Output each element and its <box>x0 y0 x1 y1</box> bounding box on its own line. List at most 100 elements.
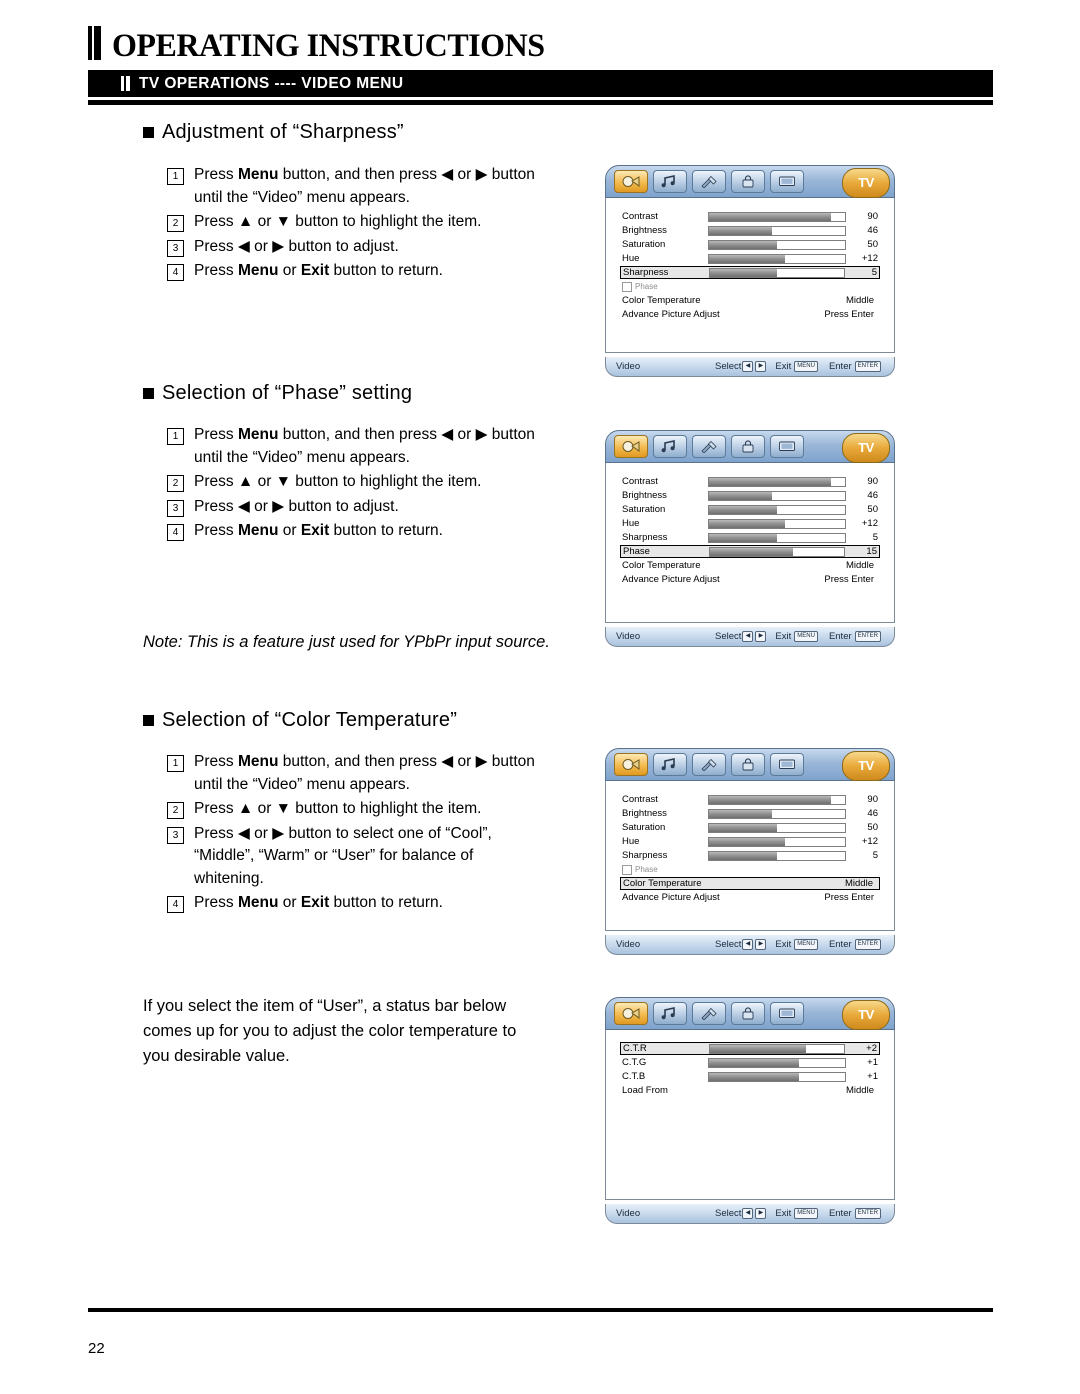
setup-icon <box>699 175 719 188</box>
osd-row-slider[interactable] <box>709 546 845 557</box>
page-header: OPERATING INSTRUCTIONS TV OPERATIONS ---… <box>88 26 993 105</box>
osd-row[interactable]: Hue +12 <box>620 517 880 530</box>
osd-tab-picture[interactable] <box>614 170 648 193</box>
osd-row[interactable]: Color Temperature Middle <box>620 877 880 890</box>
osd-tab-audio[interactable] <box>653 753 687 776</box>
osd-tab-screen[interactable] <box>770 170 804 193</box>
osd-row[interactable]: Brightness 46 <box>620 807 880 820</box>
osd-tab-screen[interactable] <box>770 1002 804 1025</box>
step-number: 2 <box>167 475 184 492</box>
enter-key-icon: ENTER <box>854 1208 881 1219</box>
osd-row[interactable]: Saturation 50 <box>620 503 880 516</box>
osd-user-color-status-bar[interactable]: TV C.T.R +2 C.T.G +1 C.T.B +1 Load From Middle Vi… <box>605 997 895 1224</box>
osd-row-slider[interactable] <box>708 211 846 222</box>
step-item: 4 Press Menu or Exit button to return. <box>167 520 542 543</box>
step-text: Press Menu button, and then press ◀ or ▶… <box>194 426 535 466</box>
osd-tab-lock[interactable] <box>731 753 765 776</box>
osd-row[interactable]: Color Temperature Middle <box>620 559 880 572</box>
osd-row-label: C.T.G <box>622 1057 647 1068</box>
osd-row[interactable]: Advance Picture Adjust Press Enter <box>620 573 880 586</box>
osd-row[interactable]: Phase <box>620 863 880 876</box>
osd-row-value: 50 <box>867 504 878 515</box>
osd-tab-bar[interactable]: TV <box>605 748 895 781</box>
osd-row[interactable]: Sharpness 5 <box>620 849 880 862</box>
osd-row[interactable]: Sharpness 5 <box>620 266 880 279</box>
picture-icon <box>621 440 641 453</box>
osd-row-slider[interactable] <box>708 1057 846 1068</box>
step-text: Press ▲ or ▼ button to highlight the ite… <box>194 473 482 490</box>
osd-row-slider[interactable] <box>708 239 846 250</box>
osd-tab-bar[interactable]: TV <box>605 430 895 463</box>
osd-row[interactable]: Advance Picture Adjust Press Enter <box>620 308 880 321</box>
audio-icon <box>660 758 680 771</box>
osd-row-slider[interactable] <box>709 1043 845 1054</box>
osd-tab-screen[interactable] <box>770 435 804 458</box>
osd-tab-screen[interactable] <box>770 753 804 776</box>
osd-row[interactable]: Load From Middle <box>620 1084 880 1097</box>
osd-footer-select: Select ◀ ▶ <box>715 1208 767 1219</box>
osd-tab-setup[interactable] <box>692 753 726 776</box>
steps-color-temperature: 1 Press Menu button, and then press ◀ or… <box>167 751 542 917</box>
osd-row-slider[interactable] <box>708 518 846 529</box>
osd-row[interactable]: Contrast 90 <box>620 793 880 806</box>
osd-tab-setup[interactable] <box>692 435 726 458</box>
osd-row[interactable]: Advance Picture Adjust Press Enter <box>620 891 880 904</box>
osd-row-value: 90 <box>867 794 878 805</box>
osd-row[interactable]: C.T.R +2 <box>620 1042 880 1055</box>
osd-tab-audio[interactable] <box>653 435 687 458</box>
osd-row[interactable]: Sharpness 5 <box>620 531 880 544</box>
osd-row[interactable]: Phase <box>620 280 880 293</box>
osd-row[interactable]: Hue +12 <box>620 252 880 265</box>
osd-row[interactable]: Brightness 46 <box>620 489 880 502</box>
osd-tab-setup[interactable] <box>692 1002 726 1025</box>
section-heading-text: Selection of “Phase” setting <box>162 382 413 404</box>
osd-tab-bar[interactable]: TV <box>605 165 895 198</box>
osd-tab-picture[interactable] <box>614 435 648 458</box>
osd-row-label: Brightness <box>622 225 667 236</box>
osd-row[interactable]: Saturation 50 <box>620 238 880 251</box>
osd-tab-audio[interactable] <box>653 1002 687 1025</box>
osd-tab-lock[interactable] <box>731 170 765 193</box>
osd-row[interactable]: Phase 15 <box>620 545 880 558</box>
osd-tab-bar[interactable]: TV <box>605 997 895 1030</box>
osd-row-slider[interactable] <box>709 267 845 278</box>
osd-row-slider[interactable] <box>708 850 846 861</box>
osd-tab-picture[interactable] <box>614 753 648 776</box>
osd-row[interactable]: Brightness 46 <box>620 224 880 237</box>
osd-row-label: Sharpness <box>622 850 668 861</box>
osd-tab-lock[interactable] <box>731 1002 765 1025</box>
osd-footer-enter: Enter ENTER <box>829 631 884 642</box>
step-item: 4 Press Menu or Exit button to return. <box>167 892 542 915</box>
osd-row-slider[interactable] <box>708 1071 846 1082</box>
osd-tab-audio[interactable] <box>653 170 687 193</box>
osd-row-slider[interactable] <box>708 476 846 487</box>
osd-sharpness-menu[interactable]: TV Contrast 90 Brightness 46 Saturation 50 Hue +… <box>605 165 895 377</box>
osd-row-slider[interactable] <box>708 794 846 805</box>
osd-row[interactable]: Hue +12 <box>620 835 880 848</box>
screen-icon <box>777 758 797 771</box>
osd-phase-menu[interactable]: TV Contrast 90 Brightness 46 Saturation 50 Hue +… <box>605 430 895 647</box>
setup-icon <box>699 1007 719 1020</box>
osd-row-slider[interactable] <box>708 504 846 515</box>
osd-tab-setup[interactable] <box>692 170 726 193</box>
osd-row-slider[interactable] <box>708 822 846 833</box>
osd-row[interactable]: Contrast 90 <box>620 210 880 223</box>
osd-row-slider[interactable] <box>708 836 846 847</box>
osd-row[interactable]: Contrast 90 <box>620 475 880 488</box>
osd-tab-lock[interactable] <box>731 435 765 458</box>
osd-row-value: Middle <box>846 295 874 306</box>
osd-row-slider[interactable] <box>708 532 846 543</box>
osd-row[interactable]: C.T.G +1 <box>620 1056 880 1069</box>
osd-row[interactable]: C.T.B +1 <box>620 1070 880 1083</box>
osd-row-slider[interactable] <box>708 808 846 819</box>
step-number: 3 <box>167 499 184 517</box>
osd-color-temperature-menu[interactable]: TV Contrast 90 Brightness 46 Saturation 50 Hue +… <box>605 748 895 955</box>
osd-row[interactable]: Color Temperature Middle <box>620 294 880 307</box>
step-number: 3 <box>167 239 184 257</box>
osd-row-slider[interactable] <box>708 253 846 264</box>
osd-row-slider[interactable] <box>708 225 846 236</box>
osd-tab-picture[interactable] <box>614 1002 648 1025</box>
osd-row[interactable]: Saturation 50 <box>620 821 880 834</box>
osd-row-value: 46 <box>867 808 878 819</box>
osd-row-slider[interactable] <box>708 490 846 501</box>
